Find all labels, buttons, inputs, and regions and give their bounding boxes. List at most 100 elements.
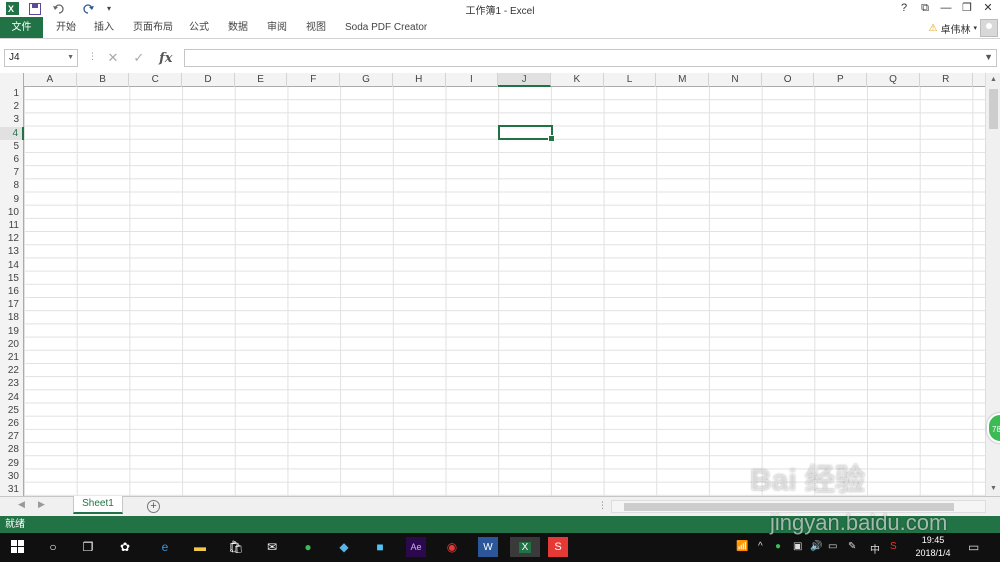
next-sheet-icon[interactable]: ▶ [38, 499, 45, 510]
row-header[interactable]: 22 [0, 364, 24, 378]
row-header[interactable]: 10 [0, 205, 24, 219]
account-area[interactable]: ⚠ 卓伟林 ▾ [929, 18, 998, 38]
row-header[interactable]: 14 [0, 258, 24, 272]
column-header[interactable]: P [815, 73, 868, 87]
minimize-icon[interactable]: — [935, 1, 957, 16]
tab-data[interactable]: 数据 [228, 17, 248, 38]
column-header[interactable]: B [77, 73, 130, 87]
tab-insert[interactable]: 插入 [94, 17, 114, 38]
column-header[interactable]: H [393, 73, 446, 87]
insert-function-icon[interactable]: fx [159, 51, 172, 66]
sogou-icon[interactable]: S [548, 537, 568, 557]
horizontal-scrollbar[interactable] [611, 500, 986, 513]
scroll-down-icon[interactable]: ▼ [986, 482, 1000, 496]
ime-indicator[interactable]: 中 [870, 541, 880, 556]
row-header[interactable]: 29 [0, 456, 24, 470]
edge-icon[interactable]: e [155, 537, 175, 557]
tab-formulas[interactable]: 公式 [189, 17, 209, 38]
row-header[interactable]: 23 [0, 377, 24, 391]
row-header[interactable]: 16 [0, 285, 24, 299]
show-hidden-icons[interactable]: ^ [758, 541, 763, 552]
browser-icon[interactable]: ● [298, 537, 318, 557]
app-icon[interactable]: ■ [370, 537, 390, 557]
pen-icon[interactable]: ✎ [848, 541, 856, 552]
battery-icon[interactable]: ▭ [828, 541, 837, 552]
windows-start-icon[interactable] [8, 537, 28, 557]
column-header[interactable]: A [24, 73, 77, 87]
restore-icon[interactable]: ❐ [956, 1, 978, 16]
column-header[interactable]: C [129, 73, 183, 87]
excel-taskbar-icon[interactable]: X [510, 537, 540, 557]
chevron-down-icon[interactable]: ▼ [67, 50, 74, 66]
name-box[interactable]: J4 ▼ [4, 49, 78, 67]
clock[interactable]: 19:45 2018/1/4 [912, 534, 954, 560]
column-header[interactable]: Q [867, 73, 920, 87]
tray-app-icon[interactable]: ● [775, 541, 781, 552]
scroll-up-icon[interactable]: ▲ [986, 73, 1000, 87]
column-header[interactable]: D [182, 73, 235, 87]
row-header[interactable]: 2 [0, 100, 24, 114]
column-header[interactable]: L [604, 73, 657, 87]
tab-file[interactable]: 文件 [0, 17, 43, 38]
avatar[interactable] [980, 19, 998, 37]
user-name[interactable]: 卓伟林 [940, 21, 970, 36]
column-header[interactable]: G [340, 73, 393, 87]
row-header[interactable]: 15 [0, 271, 24, 285]
active-cell[interactable] [498, 125, 555, 142]
row-header[interactable]: 18 [0, 311, 24, 325]
scroll-thumb[interactable] [624, 503, 954, 511]
row-header[interactable]: 28 [0, 443, 24, 457]
expand-formula-icon[interactable]: ▼ [984, 52, 993, 62]
row-header[interactable]: 25 [0, 403, 24, 417]
column-header[interactable]: M [656, 73, 710, 87]
music-icon[interactable]: ◉ [442, 537, 462, 557]
row-header[interactable]: 30 [0, 469, 24, 483]
row-header[interactable]: 19 [0, 324, 24, 338]
chevron-down-icon[interactable]: ▾ [973, 24, 977, 32]
enter-icon[interactable]: ✓ [133, 50, 144, 66]
column-header[interactable]: J [498, 73, 551, 87]
cancel-icon[interactable]: ✕ [107, 50, 118, 66]
row-header[interactable]: 13 [0, 245, 24, 259]
column-header[interactable]: F [288, 73, 341, 87]
scroll-thumb[interactable] [989, 89, 998, 129]
sogou-tray-icon[interactable]: S [890, 541, 897, 552]
tray-app-icon[interactable]: ▣ [793, 541, 802, 552]
help-icon[interactable]: ? [893, 1, 915, 16]
row-header[interactable]: 6 [0, 153, 24, 167]
row-header[interactable]: 11 [0, 219, 24, 233]
select-all-corner[interactable] [0, 73, 24, 87]
tab-soda-pdf[interactable]: Soda PDF Creator [345, 17, 427, 38]
row-header[interactable]: 1 [0, 87, 24, 101]
cells-area[interactable] [24, 87, 985, 496]
wifi-icon[interactable]: 📶 [736, 541, 748, 552]
add-sheet-button[interactable]: + [147, 500, 160, 513]
tab-page-layout[interactable]: 页面布局 [133, 17, 173, 38]
word-icon[interactable]: W [478, 537, 498, 557]
formula-input[interactable]: ▼ [184, 49, 997, 67]
mail-icon[interactable]: ✉ [262, 537, 282, 557]
close-icon[interactable]: ✕ [977, 1, 999, 16]
row-header[interactable]: 5 [0, 139, 24, 153]
column-header[interactable]: E [235, 73, 288, 87]
row-header[interactable]: 12 [0, 232, 24, 246]
tab-view[interactable]: 视图 [306, 17, 326, 38]
row-header[interactable]: 17 [0, 298, 24, 312]
row-header[interactable]: 21 [0, 351, 24, 365]
row-header[interactable]: 8 [0, 179, 24, 193]
column-header[interactable]: K [551, 73, 604, 87]
app-icon[interactable]: ◆ [334, 537, 354, 557]
row-header[interactable]: 27 [0, 430, 24, 444]
prev-sheet-icon[interactable]: ◀ [18, 499, 25, 510]
column-header[interactable]: R [920, 73, 973, 87]
file-explorer-icon[interactable]: ▬ [190, 537, 210, 557]
split-handle-icon[interactable]: ⋮ [598, 500, 607, 511]
row-header[interactable]: 3 [0, 113, 24, 127]
row-header[interactable]: 4 [0, 126, 24, 140]
row-header[interactable]: 24 [0, 390, 24, 404]
row-header[interactable]: 26 [0, 417, 24, 431]
column-header[interactable]: O [762, 73, 815, 87]
row-header[interactable]: 7 [0, 166, 24, 180]
task-view-icon[interactable]: ❐ [78, 537, 98, 557]
sheet-tab[interactable]: Sheet1 [73, 496, 123, 514]
